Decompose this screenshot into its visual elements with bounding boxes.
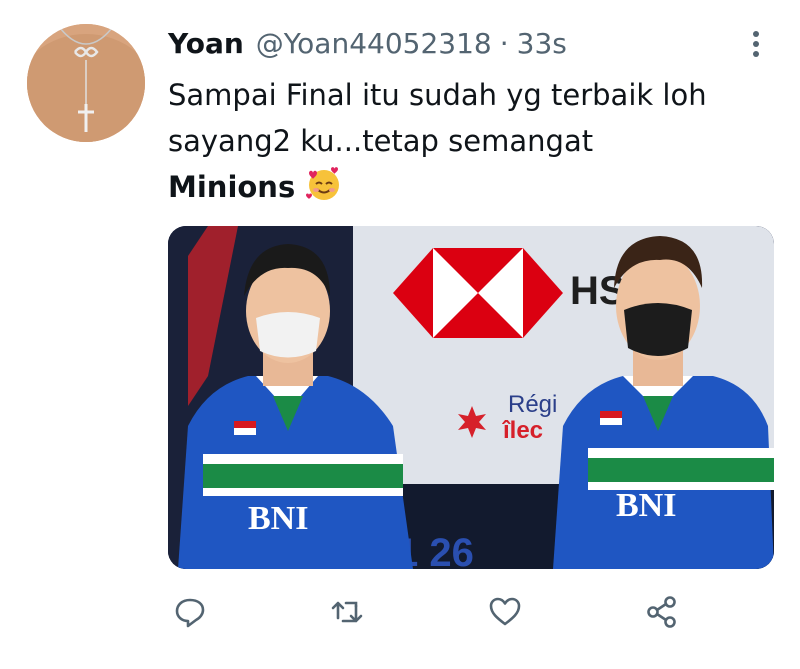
- like-button[interactable]: [483, 590, 527, 634]
- share-icon: [647, 596, 676, 628]
- tweet-text: Sampai Final itu sudah yg terbaik loh sa…: [168, 72, 778, 210]
- region-text-2: îlec: [502, 417, 543, 444]
- jersey-brand-right: BNI: [616, 487, 676, 524]
- tweet-header: Yoan @Yoan44052318 · 33s: [168, 24, 567, 64]
- timestamp[interactable]: 33s: [517, 24, 567, 64]
- avatar[interactable]: [27, 24, 145, 142]
- more-vertical-icon: [753, 31, 759, 57]
- display-name[interactable]: Yoan: [168, 24, 244, 64]
- smiling-face-with-hearts-icon: [305, 165, 343, 203]
- user-handle[interactable]: @Yoan44052318: [256, 24, 492, 64]
- necklace-pendant-image: [27, 24, 145, 142]
- tweet-text-line-1: Sampai Final itu sudah yg terbaik loh: [168, 78, 707, 112]
- tweet-actions: [168, 590, 688, 636]
- region-text-1: Régi: [508, 391, 557, 418]
- more-options-button[interactable]: [742, 26, 770, 66]
- share-button[interactable]: [640, 590, 684, 634]
- tweet-text-line-2: sayang2 ku...tetap semangat: [168, 124, 594, 158]
- reply-button[interactable]: [168, 590, 212, 634]
- jersey-brand-left: BNI: [248, 500, 308, 537]
- retweet-button[interactable]: [325, 590, 369, 634]
- heart-icon: [489, 597, 521, 626]
- retweet-icon: [331, 601, 363, 623]
- tweet-text-bold: Minions: [168, 170, 296, 204]
- tweet-media-photo[interactable]: HS Régi îlec 1 26 BNI BNI: [168, 226, 774, 569]
- separator-dot: ·: [499, 27, 509, 60]
- reply-icon: [175, 598, 205, 628]
